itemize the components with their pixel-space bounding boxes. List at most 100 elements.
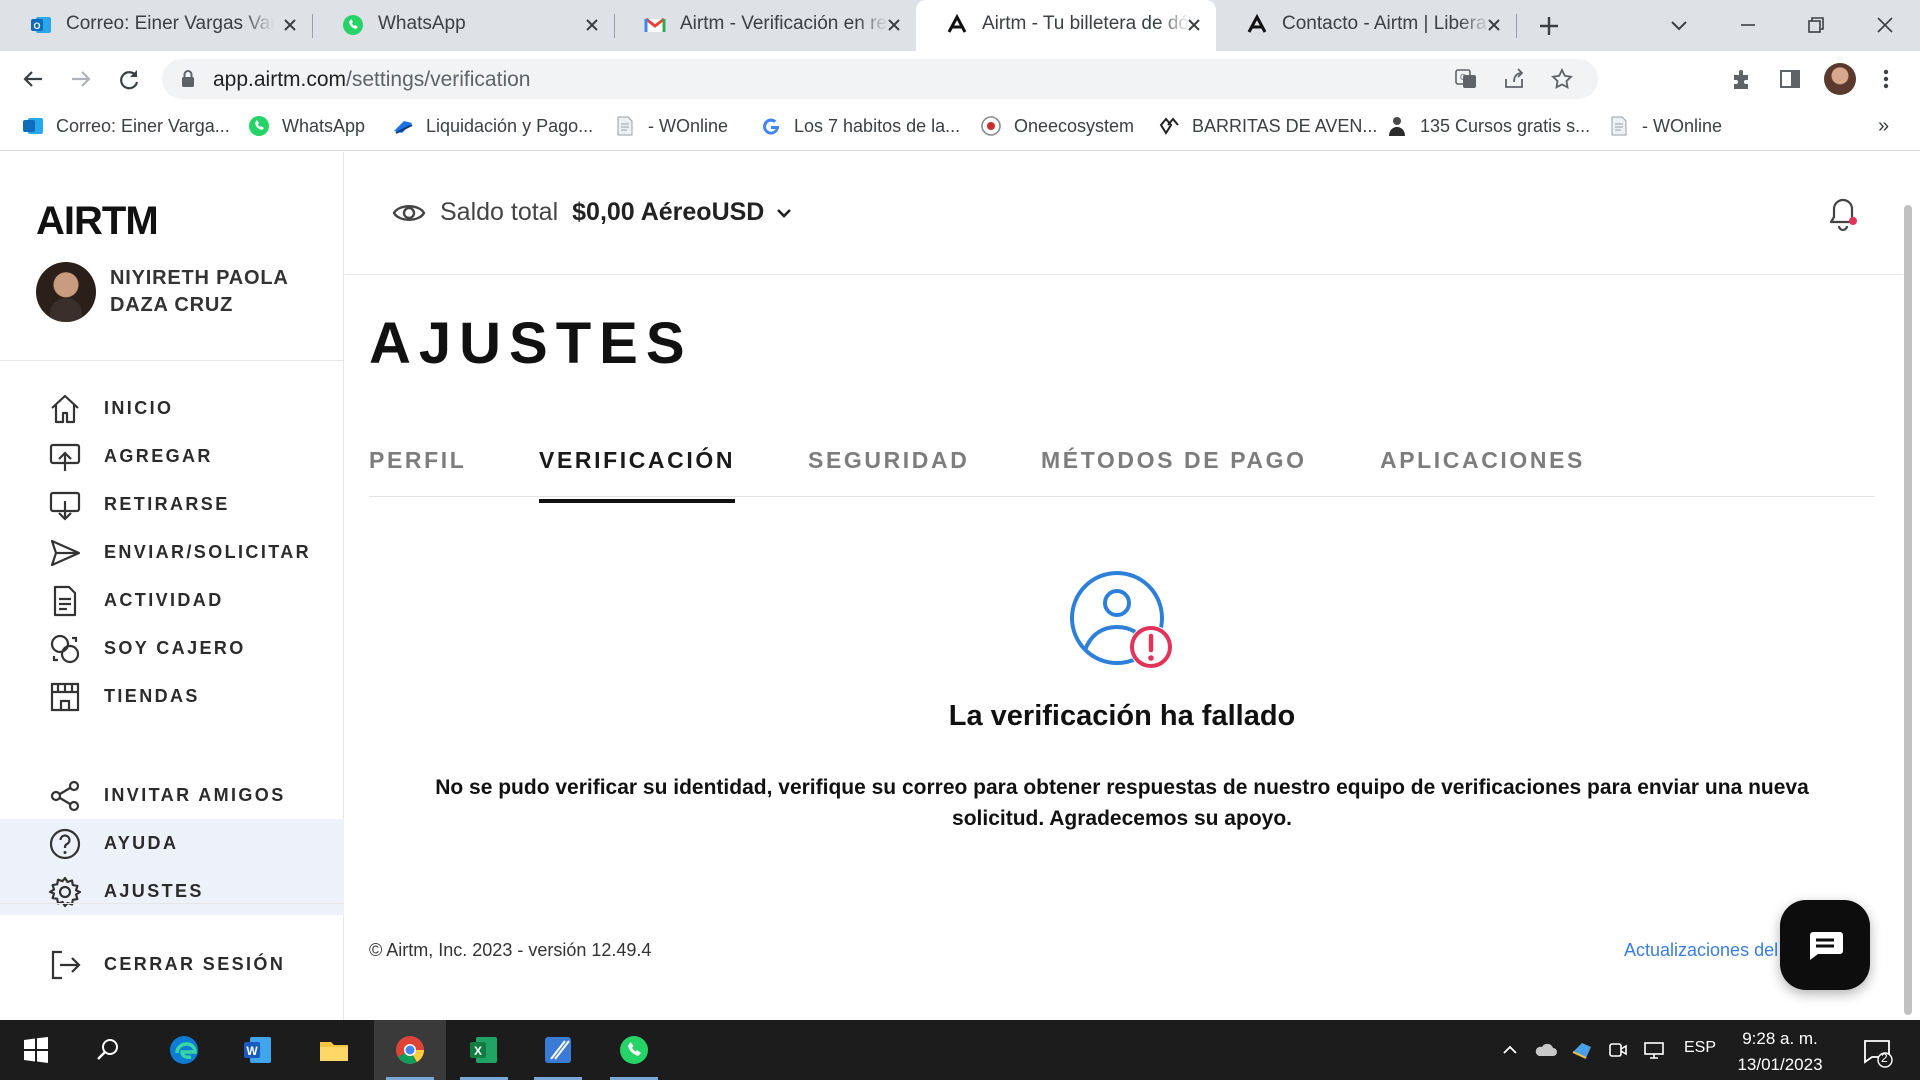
notification-center-button[interactable]: 2: [1860, 1034, 1894, 1068]
nav-label: AGREGAR: [104, 446, 213, 466]
url-text: app.airtm.com/settings/verification: [213, 68, 531, 91]
new-tab-icon[interactable]: [1535, 12, 1563, 40]
start-button[interactable]: [0, 1020, 72, 1080]
taskbar-chrome[interactable]: [374, 1020, 446, 1080]
svg-text:AIRTM: AIRTM: [36, 202, 158, 238]
restore-icon[interactable]: [1801, 10, 1831, 40]
bookmark-item[interactable]: BARRITAS DE AVEN...: [1158, 115, 1377, 137]
tab-aplicaciones[interactable]: APLICACIONES: [1380, 447, 1585, 474]
nav-label: AYUDA: [104, 833, 179, 853]
close-tab-icon[interactable]: [884, 15, 904, 35]
bookmark-star-icon[interactable]: [1550, 67, 1574, 91]
bookmark-label: - WOnline: [1642, 115, 1723, 136]
reload-icon[interactable]: [114, 64, 144, 94]
back-icon[interactable]: [18, 64, 48, 94]
verification-title: La verificación ha fallado: [948, 700, 1296, 732]
extensions-icon[interactable]: [1728, 65, 1756, 93]
nav-item-retirarse[interactable]: RETIRARSE: [0, 480, 344, 528]
nav-label: ACTIVIDAD: [104, 590, 224, 610]
notification-bell-icon[interactable]: [1826, 196, 1860, 234]
nav-item-ajustes[interactable]: AJUSTES: [0, 867, 344, 915]
close-tab-icon[interactable]: [582, 15, 602, 35]
address-bar[interactable]: app.airtm.com/settings/verification G: [162, 59, 1598, 99]
profile-avatar[interactable]: [1824, 63, 1856, 95]
menu-kebab-icon[interactable]: [1872, 65, 1900, 93]
taskbar-explorer[interactable]: [298, 1020, 370, 1080]
taskbar-word[interactable]: W: [222, 1020, 294, 1080]
share-page-icon[interactable]: [1502, 67, 1526, 91]
browser-tab-airtm-contact[interactable]: Contacto - Airtm | Libera tu dinero: [1216, 0, 1517, 51]
browser-tab-whatsapp[interactable]: WhatsApp: [312, 0, 615, 51]
bookmark-item[interactable]: Los 7 habitos de la...: [760, 115, 960, 137]
chat-button[interactable]: [1780, 900, 1870, 990]
close-tab-icon[interactable]: [1484, 15, 1504, 35]
taskbar-excel[interactable]: X: [448, 1020, 520, 1080]
browser-tab-outlook[interactable]: O Correo: Einer Vargas Vargas - Outlook: [0, 0, 313, 51]
chevron-down-icon: [777, 208, 792, 218]
taskbar-edge[interactable]: [148, 1020, 220, 1080]
activity-icon: [53, 585, 77, 617]
meet-now-icon[interactable]: [1606, 1038, 1630, 1062]
forward-icon[interactable]: [66, 64, 96, 94]
nav-item-soy-cajero[interactable]: SOY CAJERO: [0, 624, 344, 672]
close-tab-icon[interactable]: [1184, 15, 1204, 35]
nav-item-agregar[interactable]: AGREGAR: [0, 432, 344, 480]
defender-icon[interactable]: [1570, 1038, 1594, 1062]
logout-button[interactable]: CERRAR SESIÓN: [0, 940, 344, 988]
translate-icon[interactable]: G: [1454, 67, 1478, 91]
tray-chevron-up-icon[interactable]: [1498, 1038, 1522, 1062]
bookmarks-overflow-button[interactable]: »: [1878, 115, 1889, 138]
language-indicator[interactable]: ESP: [1684, 1039, 1716, 1057]
nav-item-enviar-solicitar[interactable]: ENVIAR/SOLICITAR: [0, 528, 344, 576]
bookmark-item[interactable]: WhatsApp: [248, 115, 365, 137]
user-name: NIYIRETH PAOLA DAZA CRUZ: [110, 267, 288, 316]
tab-title: Airtm - Tu billetera de dólares: [982, 13, 1190, 34]
share-icon: [50, 780, 80, 812]
outlook-icon: O: [31, 17, 51, 33]
tab-perfil[interactable]: PERFIL: [369, 447, 466, 474]
user-profile[interactable]: NIYIRETH PAOLA DAZA CRUZ: [36, 262, 310, 322]
bookmark-item[interactable]: Oneecosystem: [980, 115, 1134, 137]
bookmark-icon: [394, 121, 413, 134]
bookmark-item[interactable]: - WOnline: [1608, 115, 1722, 137]
taskbar-app[interactable]: [522, 1020, 594, 1080]
nav-item-ayuda[interactable]: AYUDA: [0, 819, 344, 867]
taskbar-whatsapp[interactable]: [598, 1020, 670, 1080]
whatsapp-icon: [620, 1036, 648, 1064]
bookmark-item[interactable]: 135 Cursos gratis s...: [1386, 115, 1590, 137]
browser-tab-airtm-active[interactable]: Airtm - Tu billetera de dólares: [916, 0, 1216, 51]
tab-seguridad[interactable]: SEGURIDAD: [808, 447, 969, 474]
lock-icon[interactable]: [180, 69, 196, 89]
verification-message: No se pudo verificar su identidad, verif…: [435, 776, 1809, 830]
nav-item-tiendas[interactable]: TIENDAS: [0, 672, 344, 720]
tab-title: Airtm - Verificación en revisión: [680, 13, 888, 34]
whatsapp-icon: [343, 15, 363, 35]
eye-icon[interactable]: [392, 200, 426, 226]
bookmark-item[interactable]: Correo: Einer Varga...: [22, 115, 230, 137]
system-clock[interactable]: 9:28 a. m. 13/01/2023: [1730, 1026, 1830, 1078]
network-icon[interactable]: [1642, 1038, 1666, 1062]
browser-tab-gmail[interactable]: Airtm - Verificación en revisión: [614, 0, 916, 51]
nav-item-invitar-amigos[interactable]: INVITAR AMIGOS: [0, 771, 344, 819]
airtm-logo[interactable]: AIRTM: [36, 202, 188, 238]
chat-icon: [1810, 932, 1843, 960]
nav-item-actividad[interactable]: ACTIVIDAD: [0, 576, 344, 624]
close-window-icon[interactable]: [1870, 10, 1900, 40]
minimize-icon[interactable]: [1733, 10, 1763, 40]
close-tab-icon[interactable]: [280, 15, 300, 35]
nav-item-inicio[interactable]: INICIO: [0, 384, 344, 432]
tab-verificacion[interactable]: VERIFICACIÓN: [539, 447, 736, 503]
bookmark-item[interactable]: - WOnline: [614, 115, 728, 137]
balance-selector[interactable]: Saldo total $0,00 AéreoUSD: [392, 198, 796, 227]
folder-icon: [320, 1042, 348, 1061]
search-button[interactable]: [72, 1020, 144, 1080]
bookmark-item[interactable]: Liquidación y Pago...: [392, 115, 593, 137]
onedrive-icon[interactable]: [1534, 1038, 1558, 1062]
gmail-icon: [644, 17, 666, 32]
tab-search-icon[interactable]: [1664, 10, 1694, 40]
footer-copyright: © Airtm, Inc. 2023 - versión 12.49.4: [369, 940, 652, 960]
cashier-icon: [50, 634, 80, 664]
side-panel-icon[interactable]: [1776, 65, 1804, 93]
tab-metodos-de-pago[interactable]: MÉTODOS DE PAGO: [1041, 447, 1307, 474]
scrollbar[interactable]: [1904, 205, 1912, 1015]
